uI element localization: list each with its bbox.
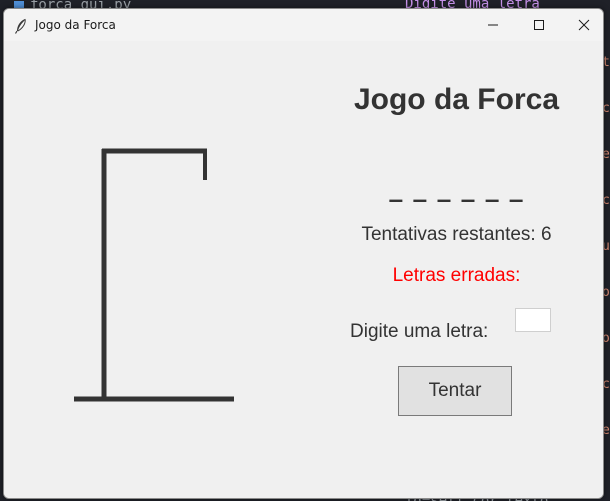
minimize-button[interactable] (470, 9, 516, 41)
feather-icon (14, 18, 26, 34)
close-icon (578, 19, 590, 31)
letter-input-label: Digite uma letra: (350, 321, 489, 342)
try-button[interactable]: Tentar (398, 366, 512, 416)
window-title: Jogo da Forca (35, 18, 116, 32)
letter-input[interactable] (515, 308, 551, 332)
wrong-letters: Letras erradas: (392, 265, 521, 286)
word-display: _ _ _ _ _ _ (389, 173, 524, 203)
game-canvas-area: Jogo da Forca _ _ _ _ _ _ Tentativas res… (4, 41, 603, 498)
maximize-button[interactable] (516, 9, 562, 41)
game-title: Jogo da Forca (353, 83, 560, 116)
game-window: Jogo da Forca Jogo da Forca _ _ _ _ _ _ … (3, 8, 604, 499)
gallows-drawing (74, 148, 234, 402)
attempts-remaining: Tentativas restantes: 6 (361, 224, 552, 245)
title-bar[interactable]: Jogo da Forca (4, 9, 603, 41)
close-button[interactable] (561, 9, 603, 41)
background-code-line: Digite uma letra (405, 0, 540, 8)
maximize-icon (534, 20, 544, 30)
minimize-icon (488, 24, 498, 26)
